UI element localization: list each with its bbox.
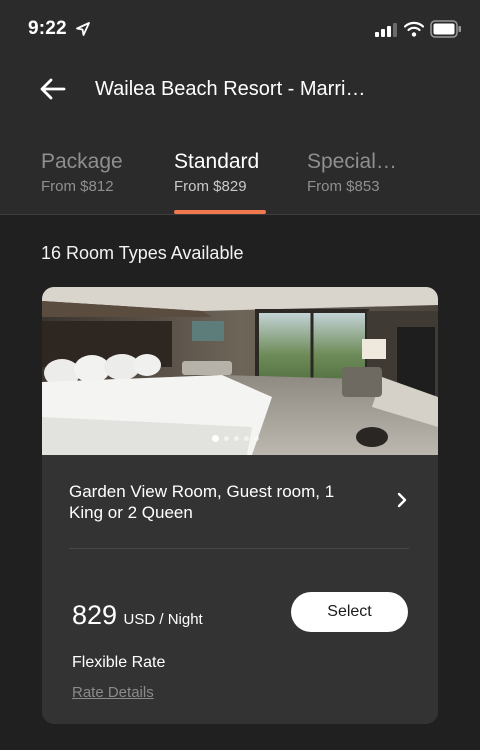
price-unit: USD / Night	[123, 611, 203, 628]
wifi-icon	[404, 21, 424, 37]
room-card: Garden View Room, Guest room, 1 King or …	[42, 287, 438, 724]
room-name: Garden View Room, Guest room, 1 King or …	[69, 482, 335, 522]
rate-details-link[interactable]: Rate Details	[72, 684, 154, 701]
carousel-dot[interactable]	[234, 435, 239, 441]
rate-name: Flexible Rate	[72, 654, 166, 671]
tab-price: From $829	[174, 178, 247, 195]
tab-label: Standard	[174, 150, 260, 173]
chevron-right-icon	[397, 492, 407, 508]
nightly-price: 829 USD / Night	[72, 600, 203, 631]
tab-standard[interactable]: Standard From $829	[174, 150, 259, 195]
rate-tabs: Package From $812 Standard From $829 Spe…	[0, 150, 480, 214]
page-title: Wailea Beach Resort - Marri…	[95, 78, 366, 100]
carousel-dot[interactable]	[224, 435, 229, 441]
battery-icon	[430, 20, 461, 38]
price-amount: 829	[72, 600, 118, 630]
carousel-dot[interactable]	[254, 435, 259, 441]
header-area: 9:22 Wailea Beach Resort - Marri… Packag…	[0, 0, 480, 214]
select-button[interactable]: Select	[291, 592, 408, 632]
photo-carousel-dots	[212, 434, 259, 442]
signal-icon	[375, 23, 397, 37]
status-time: 9:22	[28, 18, 67, 39]
tab-package[interactable]: Package From $812	[41, 150, 123, 195]
navigation-bar: Wailea Beach Resort - Marri…	[0, 62, 480, 118]
tab-label: Special…	[307, 150, 397, 173]
tab-special[interactable]: Special… From $853	[307, 150, 397, 195]
arrow-left-icon[interactable]	[38, 76, 68, 102]
status-bar: 9:22	[0, 0, 480, 58]
tab-price: From $812	[41, 178, 114, 195]
card-divider	[69, 548, 409, 549]
carousel-dot[interactable]	[212, 434, 219, 442]
room-photo[interactable]	[42, 287, 438, 455]
room-types-count: 16 Room Types Available	[41, 243, 244, 263]
tab-label: Package	[41, 150, 123, 173]
carousel-dot[interactable]	[244, 435, 249, 441]
room-details-link[interactable]: Garden View Room, Guest room, 1 King or …	[42, 455, 438, 547]
tab-price: From $853	[307, 178, 380, 195]
location-arrow-icon	[76, 22, 90, 36]
header-divider	[0, 214, 480, 215]
